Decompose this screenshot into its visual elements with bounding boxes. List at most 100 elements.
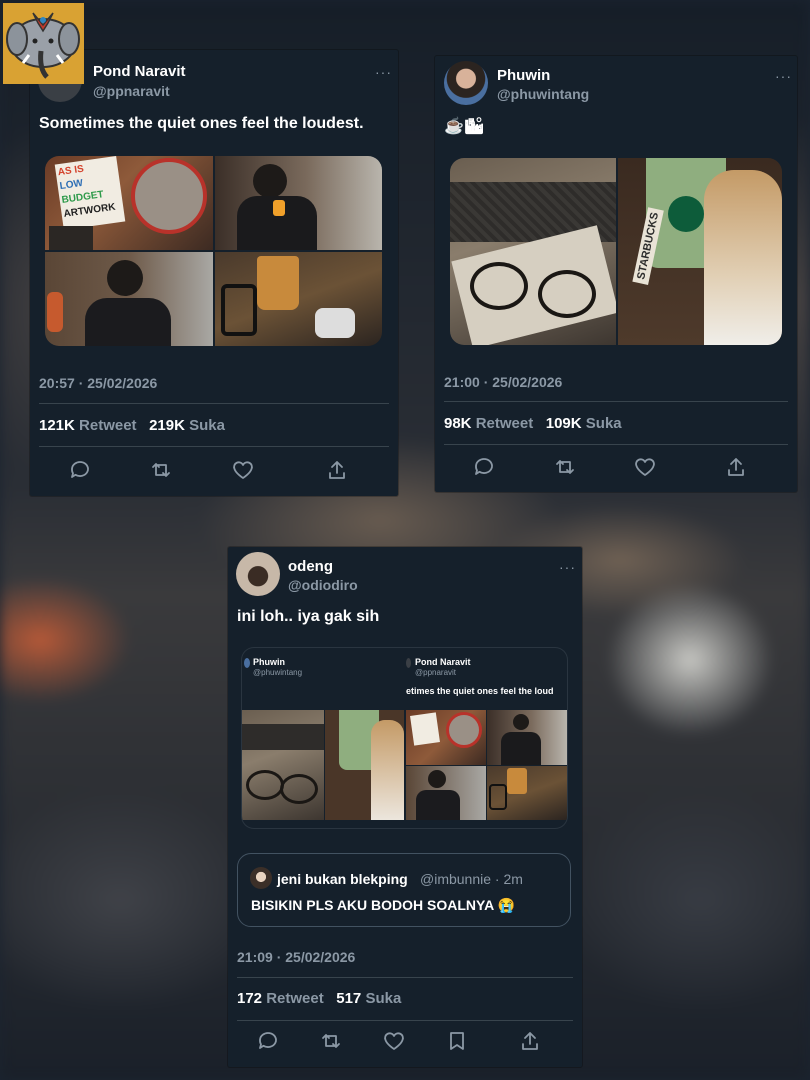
embed-photo-glasses: [242, 710, 324, 820]
elephant-logo: [3, 3, 84, 84]
tweet-card-pond: Pond Naravit @ppnaravit ··· Sometimes th…: [30, 50, 398, 496]
embed-right-handle: @ppnaravit: [415, 668, 457, 677]
mini-avatar: [406, 658, 411, 668]
media-photo-1[interactable]: [450, 158, 616, 345]
more-options-icon[interactable]: ···: [375, 64, 392, 80]
embed-right-name: Pond Naravit: [415, 657, 471, 667]
share-icon[interactable]: [724, 455, 748, 479]
mini-avatar: [244, 658, 250, 668]
avatar[interactable]: [236, 552, 280, 596]
retweet-label[interactable]: Retweet: [266, 990, 324, 1007]
media-grid[interactable]: AS IS LOW BUDGET ARTWORK: [45, 156, 382, 346]
more-options-icon[interactable]: ···: [775, 68, 792, 84]
retweet-count[interactable]: 172: [237, 990, 262, 1007]
person-head: [253, 164, 287, 198]
display-name[interactable]: Pond Naravit: [93, 63, 186, 80]
person-body: [501, 732, 541, 765]
food: [273, 200, 285, 216]
reply-icon[interactable]: [68, 458, 92, 482]
quote-name[interactable]: jeni bukan blekping: [277, 871, 408, 887]
timestamp[interactable]: 21:00 · 25/02/2026: [444, 374, 562, 390]
like-count[interactable]: 109K: [546, 415, 582, 432]
person-head: [107, 260, 143, 296]
retweet-label[interactable]: Retweet: [476, 415, 534, 432]
person-head: [513, 714, 529, 730]
media-grid[interactable]: STARBUCKS: [450, 158, 782, 345]
retweet-count[interactable]: 121K: [39, 417, 75, 434]
media-photo-3[interactable]: [45, 252, 213, 346]
divider: [39, 403, 389, 404]
retweet-icon[interactable]: [149, 458, 173, 482]
tweet-text: ini loh.. iya gak sih: [237, 608, 380, 625]
like-icon[interactable]: [231, 458, 255, 482]
sunglasses: [489, 784, 507, 810]
divider: [444, 401, 788, 402]
sneaker: [315, 308, 355, 338]
embedded-screenshot[interactable]: Phuwin @phuwintang Pond Naravit @ppnarav…: [242, 648, 567, 828]
like-count[interactable]: 517: [336, 990, 361, 1007]
sunglasses: [221, 284, 257, 336]
person-head: [428, 770, 446, 788]
glasses-lens-right: [538, 270, 596, 318]
embed-right-text: etimes the quiet ones feel the loud: [406, 686, 554, 696]
quote-meta: @imbunnie · 2m: [420, 871, 523, 887]
engagement-stats: 172 Retweet 517 Suka: [237, 990, 401, 1007]
like-label[interactable]: Suka: [586, 415, 622, 432]
more-options-icon[interactable]: ···: [559, 559, 576, 575]
tweet-text: ☕🏙: [444, 118, 485, 135]
reply-icon[interactable]: [472, 455, 496, 479]
bookmark-icon[interactable]: [445, 1029, 469, 1053]
retweet-count[interactable]: 98K: [444, 415, 472, 432]
like-count[interactable]: 219K: [149, 417, 185, 434]
username[interactable]: @ppnaravit: [93, 83, 170, 99]
quote-avatar[interactable]: [250, 867, 272, 889]
share-icon[interactable]: [325, 458, 349, 482]
divider: [237, 1020, 573, 1021]
display-name[interactable]: odeng: [288, 558, 333, 575]
poster: AS IS LOW BUDGET ARTWORK: [54, 156, 126, 230]
timestamp[interactable]: 20:57 · 25/02/2026: [39, 375, 157, 391]
avatar[interactable]: [444, 61, 488, 105]
like-icon[interactable]: [382, 1029, 406, 1053]
person-body: [85, 298, 171, 346]
media-photo-2[interactable]: [215, 156, 382, 250]
like-icon[interactable]: [633, 455, 657, 479]
username[interactable]: @phuwintang: [497, 86, 589, 102]
embed-photo-pond-4: [487, 766, 567, 820]
iced-coffee-cup: [371, 720, 404, 820]
quote-text: BISIKIN PLS AKU BODOH SOALNYA 😭: [251, 897, 516, 913]
media-photo-2[interactable]: STARBUCKS: [618, 158, 782, 345]
glasses-lens: [280, 774, 318, 804]
embed-left-name: Phuwin: [253, 657, 285, 667]
retweet-icon[interactable]: [319, 1029, 343, 1053]
divider: [444, 444, 788, 445]
tweet-card-phuwin: Phuwin @phuwintang ··· ☕🏙 STARBUCKS 21:0…: [435, 56, 797, 492]
retweet-icon[interactable]: [553, 455, 577, 479]
iced-coffee: [507, 768, 527, 794]
glasses-lens-left: [470, 262, 528, 310]
reply-icon[interactable]: [256, 1029, 280, 1053]
background-person: [47, 292, 63, 332]
person-body: [416, 790, 460, 820]
divider: [237, 977, 573, 978]
embed-left-header: Phuwin @phuwintang: [242, 648, 404, 710]
retweet-label[interactable]: Retweet: [79, 417, 137, 434]
like-label[interactable]: Suka: [365, 990, 401, 1007]
timestamp[interactable]: 21:09 · 25/02/2026: [237, 949, 355, 965]
media-photo-4[interactable]: [215, 252, 382, 346]
like-label[interactable]: Suka: [189, 417, 225, 434]
iced-coffee-cup: [704, 170, 782, 345]
round-mirror: [446, 712, 482, 748]
embed-photo-pond-1: [406, 710, 486, 765]
display-name[interactable]: Phuwin: [497, 67, 550, 84]
quoted-tweet[interactable]: jeni bukan blekping @imbunnie · 2m BISIK…: [237, 853, 571, 927]
tweet-card-odeng: odeng @odiodiro ··· ini loh.. iya gak si…: [228, 547, 582, 1067]
media-photo-1[interactable]: AS IS LOW BUDGET ARTWORK: [45, 156, 213, 250]
engagement-stats: 98K Retweet 109K Suka: [444, 415, 622, 432]
embed-photo-drinks: [325, 710, 404, 820]
username[interactable]: @odiodiro: [288, 577, 358, 593]
share-icon[interactable]: [518, 1029, 542, 1053]
divider: [39, 446, 389, 447]
frame-photo: [49, 226, 93, 250]
iced-coffee: [257, 256, 299, 310]
